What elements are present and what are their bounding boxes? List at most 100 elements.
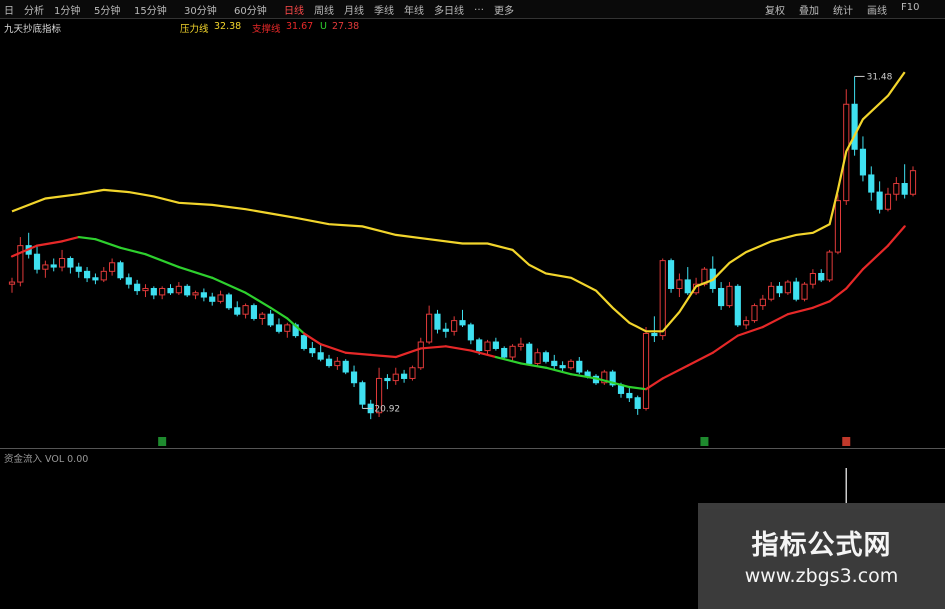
- candle-body: [659, 260, 666, 337]
- candle-body: [267, 313, 274, 326]
- candle-body: [334, 360, 341, 367]
- signal-marker: [158, 437, 167, 446]
- candle-body: [718, 287, 725, 307]
- candle-body: [325, 358, 333, 367]
- support-line-segment: [144, 253, 180, 269]
- candle-body: [309, 347, 316, 354]
- support-line-segment: [10, 244, 39, 258]
- candle-body: [142, 287, 149, 292]
- candle-body: [50, 264, 57, 268]
- candle-body: [192, 292, 199, 296]
- candle-body: [451, 320, 458, 332]
- support-line-segment: [35, 240, 64, 247]
- support-line-segment: [519, 362, 548, 369]
- support-line-segment: [711, 334, 739, 354]
- candle-body: [426, 313, 433, 343]
- candle-body: [434, 313, 441, 330]
- candle-body: [225, 294, 232, 309]
- candle-body: [893, 183, 900, 195]
- candle-body: [384, 377, 391, 382]
- candle-body: [776, 285, 783, 294]
- candle-body: [275, 324, 283, 332]
- candle-body: [768, 285, 775, 300]
- candle-body: [200, 292, 207, 298]
- candle-body: [401, 373, 408, 379]
- support-line-segment: [77, 235, 97, 241]
- support-line-segment: [786, 306, 814, 316]
- candle-body: [743, 320, 750, 326]
- candle-body: [242, 305, 249, 315]
- watermark-title: 指标公式网: [751, 530, 892, 561]
- candle-body: [801, 283, 808, 300]
- support-line-segment: [811, 300, 831, 309]
- candle-body: [75, 266, 82, 272]
- support-line-segment: [736, 325, 764, 337]
- candle-body: [134, 283, 141, 292]
- candle-body: [901, 183, 908, 195]
- support-line-segment: [94, 238, 122, 249]
- support-line-segment: [845, 268, 865, 290]
- candle-body: [534, 352, 541, 364]
- support-line-segment: [886, 225, 906, 247]
- candle-body: [159, 287, 166, 296]
- candle-body: [100, 270, 107, 281]
- support-line-segment: [60, 235, 80, 243]
- support-line-segment: [861, 244, 890, 271]
- candle-body: [642, 332, 650, 409]
- candle-body: [559, 365, 566, 369]
- candle-body: [417, 341, 424, 369]
- candle-body: [784, 281, 791, 294]
- candle-body: [501, 347, 508, 358]
- candle-body: [484, 341, 491, 352]
- support-line-segment: [469, 349, 497, 359]
- candle-body: [117, 262, 124, 279]
- candle-body: [793, 281, 800, 300]
- signal-marker: [700, 437, 709, 446]
- support-line-segment: [761, 313, 789, 329]
- candle-body: [467, 324, 474, 341]
- candle-body: [209, 296, 216, 302]
- candle-body: [868, 174, 875, 193]
- annotation-label: 31.48: [867, 72, 893, 82]
- candle-body: [150, 287, 157, 296]
- candle-body: [551, 360, 558, 367]
- candle-body: [317, 352, 324, 360]
- candle-body: [392, 373, 399, 382]
- support-line-segment: [394, 347, 422, 359]
- candle-body: [626, 392, 633, 399]
- candle-body: [259, 313, 266, 319]
- candle-body: [834, 200, 842, 253]
- support-line-segment: [419, 345, 447, 350]
- support-line-segment: [344, 351, 372, 356]
- support-line-segment: [244, 291, 272, 309]
- candle-body: [459, 320, 466, 326]
- candle-body: [125, 277, 132, 285]
- candle-body: [442, 328, 449, 332]
- candle-body: [300, 335, 308, 349]
- candle-body: [576, 360, 583, 373]
- candle-body: [217, 294, 224, 302]
- candle-body: [476, 339, 483, 352]
- candle-body: [517, 343, 524, 347]
- support-line-segment: [319, 343, 347, 354]
- support-line-segment: [828, 287, 848, 303]
- candle-body: [859, 148, 867, 176]
- panel-divider: [0, 448, 945, 449]
- candle-body: [409, 367, 416, 379]
- support-line-segment: [686, 351, 714, 367]
- candle-body: [509, 345, 516, 358]
- candle-body: [359, 382, 366, 405]
- support-line-segment: [444, 345, 472, 352]
- signal-marker: [842, 437, 851, 446]
- candle-body: [250, 305, 258, 319]
- candle-body: [826, 251, 833, 281]
- candle-body: [167, 287, 174, 294]
- candle-body: [58, 257, 66, 268]
- support-line-segment: [494, 355, 522, 365]
- candle-body: [234, 307, 241, 315]
- watermark-url: www.zbgs3.com: [744, 565, 899, 587]
- candle-body: [67, 257, 74, 268]
- support-line-segment: [569, 373, 598, 380]
- candle-body: [751, 305, 758, 322]
- support-line-segment: [177, 265, 214, 279]
